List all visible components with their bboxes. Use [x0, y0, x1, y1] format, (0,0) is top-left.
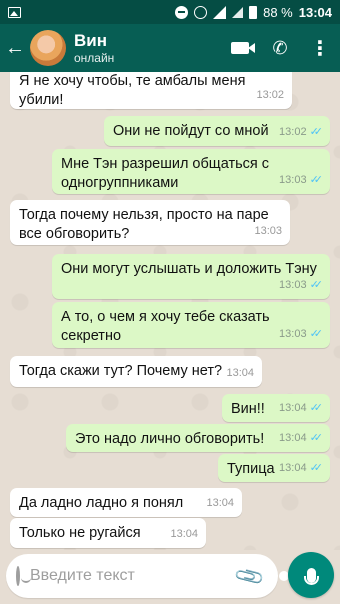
read-ticks-icon: ✓✓ [309, 402, 324, 414]
message-time: 13:03 [254, 225, 282, 237]
read-ticks-icon: ✓✓ [309, 432, 324, 444]
message-text: Да ладно ладно я понял [19, 495, 184, 511]
message-time: 13:03 [279, 174, 307, 186]
message-outgoing[interactable]: Это надо лично обговорить! 13:04 ✓✓ [66, 424, 330, 452]
emoji-icon[interactable] [16, 566, 31, 586]
voice-message-button[interactable] [288, 552, 334, 598]
avatar[interactable] [30, 30, 66, 66]
back-arrow-icon[interactable]: ← [0, 24, 30, 72]
message-time: 13:04 [206, 497, 234, 509]
message-incoming[interactable]: Я не хочу чтобы, те амбалы меня убили! 1… [10, 72, 292, 109]
message-input[interactable] [30, 567, 237, 585]
message-text: Тогда скажи тут? Почему нет? [19, 363, 223, 379]
message-text: Мне Тэн разрешил общаться с одногруппник… [61, 156, 270, 191]
message-incoming[interactable]: Тогда почему нельзя, просто на паре все … [10, 200, 290, 245]
read-ticks-icon: ✓✓ [309, 279, 324, 291]
message-text: Они могут услышать и доложить Тэну [61, 261, 317, 277]
video-call-icon [231, 42, 255, 54]
mic-icon [303, 567, 319, 585]
message-time: 13:04 [170, 528, 198, 540]
message-composer: 📎 [6, 554, 289, 598]
message-outgoing[interactable]: Тупица 13:04 ✓✓ [218, 454, 330, 482]
voice-call-button[interactable]: ✆ [260, 24, 300, 72]
message-time: 13:04 [279, 432, 307, 444]
message-time: 13:04 [226, 367, 254, 379]
contact-status: онлайн [74, 50, 115, 65]
message-time: 13:03 [279, 279, 307, 291]
message-outgoing[interactable]: Они могут услышать и доложить Тэну 13:03… [52, 254, 330, 299]
message-incoming[interactable]: Да ладно ладно я понял 13:04 [10, 488, 242, 517]
contact-name: Вин [74, 30, 107, 50]
message-outgoing[interactable]: Они не пойдут со мной 13:02 ✓✓ [104, 116, 330, 146]
message-text: Это надо лично обговорить! [75, 431, 265, 447]
message-text: А то, о чем я хочу тебе сказать секретно [61, 309, 270, 344]
read-ticks-icon: ✓✓ [309, 126, 324, 138]
message-text: Я не хочу чтобы, те амбалы меня убили! [19, 73, 246, 108]
more-options-button[interactable]: ⋮ [300, 24, 340, 72]
message-time: 13:02 [279, 126, 307, 138]
message-text: Вин!! [231, 401, 265, 417]
message-text: Тогда почему нельзя, просто на паре все … [19, 207, 269, 242]
message-text: Только не ругайся [19, 525, 141, 541]
more-vert-icon: ⋮ [310, 37, 330, 60]
message-time: 13:03 [279, 328, 307, 340]
video-call-button[interactable] [220, 24, 260, 72]
read-ticks-icon: ✓✓ [309, 174, 324, 186]
message-outgoing[interactable]: Вин!! 13:04 ✓✓ [222, 394, 330, 422]
read-ticks-icon: ✓✓ [309, 328, 324, 340]
chat-area[interactable]: Я не хочу чтобы, те амбалы меня убили! 1… [0, 72, 340, 550]
message-incoming[interactable]: Тогда скажи тут? Почему нет? 13:04 [10, 356, 262, 387]
message-time: 13:04 [279, 462, 307, 474]
message-time: 13:04 [279, 402, 307, 414]
message-text: Тупица [227, 461, 275, 477]
image-notification-icon [8, 6, 21, 18]
message-outgoing[interactable]: Мне Тэн разрешил общаться с одногруппник… [52, 149, 330, 194]
alarm-icon [194, 5, 208, 19]
clock: 13:04 [298, 4, 332, 20]
wifi-signal-icon [213, 5, 227, 19]
attach-icon[interactable]: 📎 [232, 559, 267, 594]
contact-info[interactable]: Вин онлайн [74, 31, 220, 66]
read-ticks-icon: ✓✓ [309, 462, 324, 474]
message-text: Они не пойдут со мной [113, 123, 269, 139]
status-bar: 88 % 13:04 [0, 0, 340, 24]
battery-percent: 88 % [263, 4, 293, 20]
battery-icon [249, 5, 258, 19]
message-incoming[interactable]: Только не ругайся 13:04 [10, 518, 206, 548]
chat-header: ← Вин онлайн ✆ ⋮ [0, 24, 340, 72]
message-outgoing[interactable]: А то, о чем я хочу тебе сказать секретно… [52, 302, 330, 348]
do-not-disturb-icon [175, 5, 189, 19]
message-time: 13:02 [256, 89, 284, 101]
phone-icon: ✆ [272, 37, 288, 58]
cell-signal-icon [232, 6, 244, 18]
